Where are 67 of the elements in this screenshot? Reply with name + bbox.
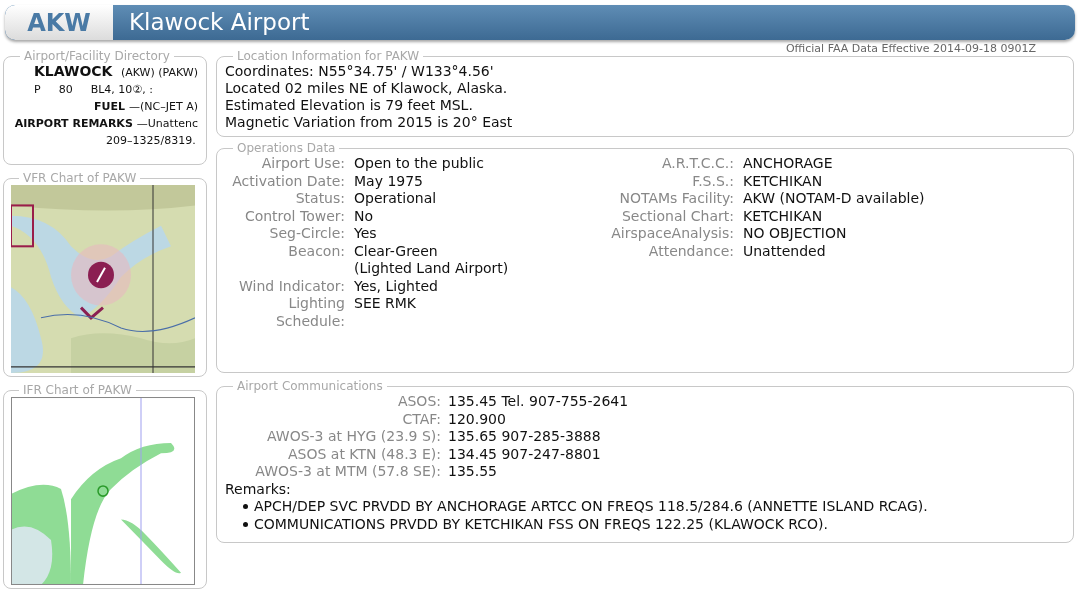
field-label: Wind Indicator: <box>238 277 345 295</box>
field-label: CTAF: <box>401 410 441 428</box>
field-value: Clear-Green <box>354 242 439 260</box>
field-label: Sectional Chart: <box>620 207 734 225</box>
field-value: 135.55 <box>448 463 497 481</box>
field-value: AKW (NOTAM-D available) <box>743 190 925 208</box>
field-label: Seg-Circle: <box>268 225 345 243</box>
bullet-icon <box>243 521 248 527</box>
field-value: NO OBJECTION <box>743 225 847 243</box>
field-label: AWOS-3 at MTM (57.8 SE): <box>254 463 441 481</box>
directory-heading: FUEL <box>94 99 126 115</box>
field-label: Beacon: <box>287 242 345 261</box>
remark-text: APCH/DEP SVC PRVDD BY ANCHORAGE ARTCC ON FREQS 118.5/284.6 (ANNETTE ISLAND RCAG). <box>254 498 928 516</box>
field-value: (Lighted Land Airport) <box>354 260 509 278</box>
field-value: Yes <box>354 225 377 243</box>
field-value: ANCHORAGE <box>743 155 833 173</box>
field-value: 134.45 907-247-8801 <box>448 445 601 463</box>
section-title: Operations Data <box>236 141 337 155</box>
section-title: IFR Chart of PAKW <box>22 383 133 397</box>
field-value: 135.65 907-285-3888 <box>448 428 601 446</box>
section-title: VFR Chart of PAKW <box>22 171 138 185</box>
field-value: Unattended <box>743 242 826 260</box>
field-label: Control Tower: <box>243 207 345 225</box>
field-label: ASOS at KTN (48.3 E): <box>287 445 441 463</box>
field-value: KETCHIKAN <box>743 207 823 225</box>
directory-text: BL4, 10②, : <box>90 82 153 98</box>
directory-text: 209–1325/8319. <box>106 134 196 147</box>
field-label: Airport Use: <box>260 155 345 173</box>
field-label: ASOS: <box>396 393 441 411</box>
airport-name: Klawock Airport <box>128 8 310 38</box>
location-text: Magnetic Variation from 2015 is 20° East <box>225 114 514 131</box>
field-value: No <box>354 207 374 225</box>
section-title: Airport Communications <box>236 379 384 393</box>
field-value: May 1975 <box>354 172 424 190</box>
field-label: Status: <box>294 190 345 208</box>
directory-text: P <box>34 82 41 98</box>
location-text: Located 02 miles NE of Klawock, Alaska. <box>225 80 509 97</box>
effective-date: Official FAA Data Effective 2014-09-18 0901Z <box>785 42 1036 55</box>
field-label: Activation Date: <box>231 172 345 190</box>
field-value: Yes, Lighted <box>354 277 438 295</box>
section-title: Airport/Facility Directory <box>23 50 171 63</box>
airport-code: AKW <box>5 5 113 40</box>
remark-text: COMMUNICATIONS PRVDD BY KETCHIKAN FSS ON FREQS 122.25 (KLAWOCK RCO). <box>254 515 828 533</box>
field-value: Open to the public <box>354 155 484 173</box>
directory-text: —Unattenc <box>136 116 198 132</box>
field-label: AWOS-3 at HYG (23.9 S): <box>266 428 441 446</box>
directory-heading: AIRPORT REMARKS <box>14 116 133 132</box>
field-value: KETCHIKAN <box>743 172 823 190</box>
directory-text: 80 <box>58 82 73 98</box>
remarks-label: Remarks: <box>225 480 292 498</box>
field-value: 135.45 Tel. 907-755-2641 <box>448 393 629 411</box>
directory-heading: KLAWOCK <box>34 63 113 80</box>
bullet-icon <box>243 504 248 510</box>
field-label: AirspaceAnalysis: <box>610 225 734 243</box>
section-title: Location Information for PAKW <box>236 49 421 63</box>
field-value: Operational <box>354 190 437 208</box>
field-label: Attendance: <box>647 242 734 260</box>
directory-text: —(NC–JET A) <box>129 99 198 115</box>
field-label: F.S.S.: <box>691 172 734 190</box>
location-text: Estimated Elevation is 79 feet MSL. <box>225 97 474 114</box>
field-label: Lighting Schedule: <box>274 295 345 330</box>
field-value: 120.900 <box>448 410 506 428</box>
field-label: NOTAMs Facility: <box>618 190 734 208</box>
field-value: SEE RMK <box>354 295 416 313</box>
directory-text: (AKW) (PAKW) <box>120 65 198 81</box>
field-label: A.R.T.C.C.: <box>661 155 734 173</box>
location-text: Coordinates: N55°34.75' / W133°4.56' <box>225 63 495 80</box>
